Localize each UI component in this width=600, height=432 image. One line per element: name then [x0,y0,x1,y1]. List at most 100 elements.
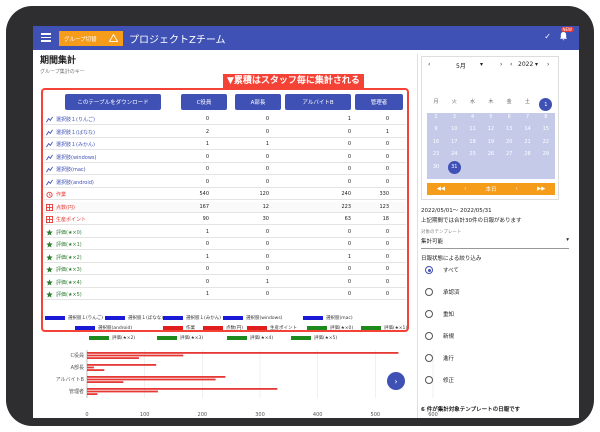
calendar-day[interactable]: 21 [519,139,537,145]
calendar-day[interactable]: 20 [500,139,518,145]
legend-item[interactable]: 選択肢(android) [75,325,132,331]
month-dropdown-icon[interactable]: ▾ [480,61,483,68]
legend-swatch [157,336,177,340]
calendar-day[interactable]: 27 [500,151,518,157]
calendar-day[interactable]: 10 [445,126,463,132]
calendar-day[interactable]: 11 [464,126,482,132]
column-header-a-manager[interactable]: A部長 [235,94,281,110]
calendar-day[interactable]: 13 [500,126,518,132]
calendar-day[interactable]: 25 [464,151,482,157]
legend-item[interactable]: 評価(★×3) [157,335,203,341]
radio-circle[interactable] [425,332,433,340]
legend-item[interactable]: 評価(★×5) [291,335,337,341]
calendar-day[interactable]: 29 [537,151,555,157]
prev-year-icon[interactable]: ‹ [510,61,512,68]
calendar-day[interactable]: 30 [427,164,445,170]
radio-circle[interactable] [425,354,433,362]
calendar-day[interactable]: 28 [519,151,537,157]
calendar-day[interactable]: 15 [537,126,555,132]
calendar-day[interactable]: 5 [482,114,500,120]
radio-circle[interactable] [425,288,433,296]
cell-value: 0 [385,141,389,147]
calendar-day[interactable]: 7 [519,114,537,120]
calendar-day[interactable]: 17 [445,139,463,145]
today-button[interactable]: 本日 [485,185,496,193]
legend-item[interactable]: 評価(★×1) [361,325,407,331]
cell-value: 0 [205,178,209,185]
calendar-month[interactable]: 5月 [456,61,466,70]
column-header-admin[interactable]: 管理者 [355,94,403,110]
legend-label: 選択肢(android) [98,326,133,331]
calendar-day[interactable]: 26 [482,151,500,157]
cell-value: 540 [199,191,209,197]
group-switch-button[interactable]: グループ切替 [59,31,123,46]
legend-item[interactable]: 評価(★×2) [89,335,135,341]
bar [87,381,124,383]
legend-item[interactable]: 選択肢(windows) [223,315,282,321]
legend-label: 選択肢(mac) [326,316,353,321]
calendar-day[interactable]: 31 [447,160,461,174]
cell-value: 0 [385,166,389,172]
calendar-day[interactable]: 22 [537,139,555,145]
menu-icon[interactable] [41,33,51,42]
year-dropdown-icon[interactable]: ▾ [535,61,538,68]
check-icon[interactable]: ✓ [544,32,551,41]
calendar-day[interactable]: 1 [539,98,553,111]
bar [87,388,278,390]
legend-swatch [45,316,65,320]
radio-circle[interactable] [425,376,433,384]
legend-item[interactable]: 点数(円) [203,325,243,331]
calendar-day[interactable]: 8 [537,114,555,120]
prev-icon[interactable]: ‹ [464,186,466,192]
legend-item[interactable]: 評価(★×0) [307,325,353,331]
chart-icon [46,129,53,136]
legend-item[interactable]: 生産ポイント [247,325,297,331]
column-header-c-officer[interactable]: C役員 [181,94,227,110]
bell-icon[interactable] [559,31,568,43]
page-title: 期間集計 [40,56,77,66]
calendar-day[interactable]: 18 [464,139,482,145]
fast-rewind-icon[interactable]: ◀◀ [437,186,445,192]
calendar-day[interactable]: 23 [427,151,445,157]
legend-item[interactable]: 作業 [163,325,195,331]
next-month-icon[interactable]: › [500,61,502,68]
calendar-day[interactable]: 4 [464,114,482,120]
calendar-day[interactable]: 3 [445,114,463,120]
legend-item[interactable]: 選択肢(mac) [303,315,353,321]
calendar-day[interactable]: 14 [519,126,537,132]
status-filter-option[interactable]: 修正 [425,376,454,384]
next-year-icon[interactable]: › [547,61,549,68]
fast-forward-icon[interactable]: ▶▶ [537,186,545,192]
calendar-day[interactable]: 16 [427,139,445,145]
legend-swatch [163,326,183,330]
status-filter-option[interactable]: すべて [425,266,459,274]
radio-circle[interactable] [425,266,433,274]
calendar-day[interactable]: 19 [482,139,500,145]
download-table-button[interactable]: このテーブルをダウンロード [65,94,161,110]
prev-month-icon[interactable]: ‹ [428,61,430,68]
calendar-year[interactable]: 2022 [518,61,533,68]
legend-item[interactable]: 選択肢１(みかん) [163,315,221,321]
calendar-day[interactable]: 6 [500,114,518,120]
legend-item[interactable]: 評価(★×4) [227,335,273,341]
table-row: 選択肢(mac) 0 0 0 0 [44,164,406,175]
calendar-day[interactable]: 9 [427,126,445,132]
scroll-down-button[interactable]: › [387,372,405,390]
next-icon[interactable]: › [516,186,518,192]
calendar-day[interactable]: 12 [482,126,500,132]
radio-circle[interactable] [425,310,433,318]
status-filter-option[interactable]: 重知 [425,310,454,318]
calendar-day[interactable]: 2 [427,114,445,120]
weekday-label: 月 [433,99,439,105]
calendar-day[interactable]: 24 [445,151,463,157]
legend-item[interactable]: 選択肢１(ばなな) [105,315,163,321]
status-filter-option[interactable]: 進行 [425,354,454,362]
column-header-part-timer-b[interactable]: アルバイトB [285,94,351,110]
row-label: 評価(★×4) [56,279,82,286]
status-filter-option[interactable]: 承認済 [425,288,460,296]
status-filter-option[interactable]: 新規 [425,332,454,340]
legend-item[interactable]: 選択肢１(りんご) [45,315,103,321]
cell-value: 0 [205,116,209,122]
template-select[interactable]: 集計可能 ▾ [421,237,569,249]
radio-label: 新規 [443,334,455,340]
